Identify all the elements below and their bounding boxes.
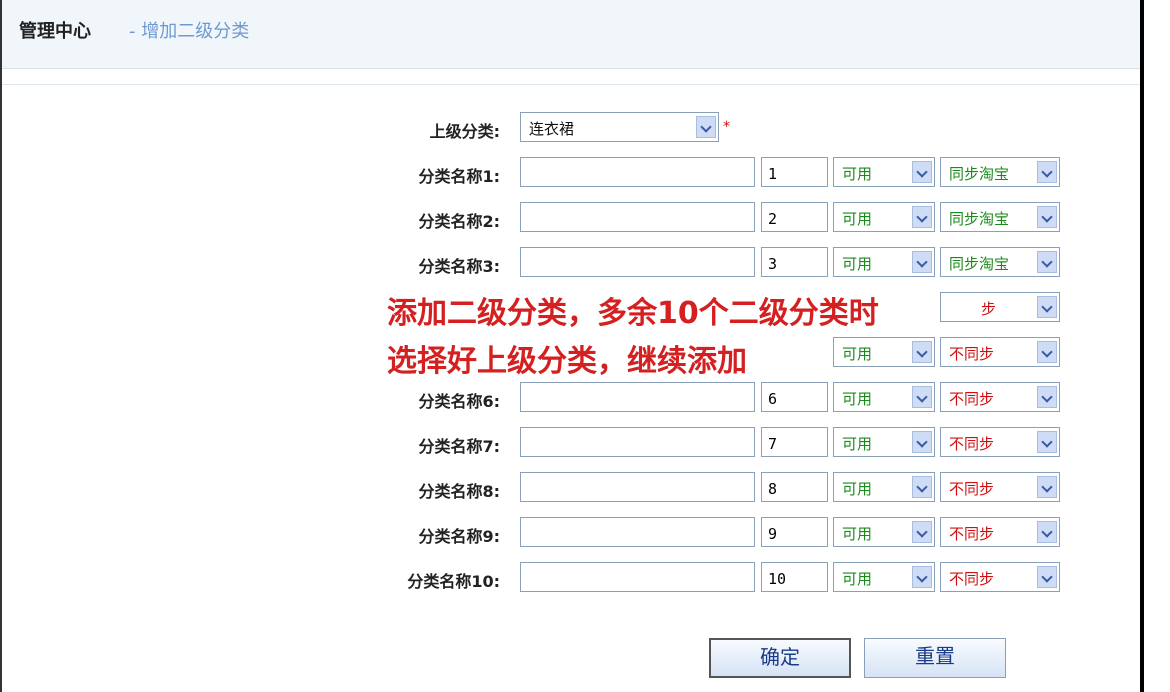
status-value: 可用: [842, 255, 873, 273]
chevron-down-icon[interactable]: [912, 161, 932, 183]
sort-order-input[interactable]: 1: [761, 157, 828, 187]
sync-value: 不同步: [949, 345, 995, 363]
chevron-down-icon[interactable]: [912, 386, 932, 408]
parent-category-select[interactable]: 连衣裙: [520, 112, 719, 142]
chevron-down-icon[interactable]: [1037, 206, 1057, 228]
chevron-down-icon[interactable]: [1037, 341, 1057, 363]
sync-select[interactable]: 同步淘宝: [940, 202, 1060, 232]
page-subtitle: - 增加二级分类: [129, 21, 250, 42]
chevron-down-icon[interactable]: [912, 521, 932, 543]
sync-select[interactable]: 不同步: [940, 562, 1060, 592]
status-select[interactable]: 可用: [833, 247, 935, 277]
category-name-label: 分类名称10:: [407, 572, 500, 591]
sort-order-input[interactable]: 10: [761, 562, 828, 592]
category-name-label: 分类名称3:: [418, 257, 500, 276]
sync-select[interactable]: 不同步: [940, 517, 1060, 547]
sync-select[interactable]: 不同步: [940, 427, 1060, 457]
required-mark: *: [723, 119, 730, 135]
sync-select[interactable]: 不同步: [940, 337, 1060, 367]
chevron-down-icon[interactable]: [1037, 161, 1057, 183]
category-name-input[interactable]: [520, 517, 755, 547]
category-name-label: 分类名称6:: [418, 392, 500, 411]
category-name-input[interactable]: [520, 427, 755, 457]
status-select[interactable]: 可用: [833, 427, 935, 457]
sort-order-input[interactable]: 2: [761, 202, 828, 232]
chevron-down-icon[interactable]: [1037, 431, 1057, 453]
status-value: 可用: [842, 345, 873, 363]
category-name-input[interactable]: [520, 202, 755, 232]
category-name-input[interactable]: [520, 247, 755, 277]
status-value: 可用: [842, 210, 873, 228]
status-select[interactable]: 可用: [833, 562, 935, 592]
status-value: 可用: [842, 525, 873, 543]
sync-value: 同步淘宝: [949, 255, 1010, 273]
chevron-down-icon[interactable]: [1037, 566, 1057, 588]
category-name-label: 分类名称1:: [418, 167, 500, 186]
sync-value: 同步淘宝: [949, 165, 1010, 183]
annotation-line-1: 添加二级分类，多余10个二级分类时: [387, 288, 879, 332]
sync-select[interactable]: 不同步: [940, 472, 1060, 502]
sync-value: 不同步: [949, 435, 995, 453]
chevron-down-icon[interactable]: [912, 476, 932, 498]
window-left-border: [0, 0, 2, 692]
status-select[interactable]: 可用: [833, 157, 935, 187]
window-right-border: [1140, 0, 1144, 692]
status-value: 可用: [842, 570, 873, 588]
status-value: 可用: [842, 165, 873, 183]
sync-select[interactable]: 同步淘宝: [940, 247, 1060, 277]
sort-order-input[interactable]: 7: [761, 427, 828, 457]
sync-value: 不同步: [949, 570, 995, 588]
status-value: 可用: [842, 480, 873, 498]
category-name-input[interactable]: [520, 157, 755, 187]
sync-value: 不同步: [949, 480, 995, 498]
chevron-down-icon[interactable]: [1037, 386, 1057, 408]
status-select[interactable]: 可用: [833, 337, 935, 367]
sort-order-input[interactable]: 8: [761, 472, 828, 502]
category-name-input[interactable]: [520, 562, 755, 592]
category-name-label: 分类名称7:: [418, 437, 500, 456]
status-select[interactable]: 可用: [833, 382, 935, 412]
sync-select[interactable]: 同步淘宝: [940, 157, 1060, 187]
page-header: 管理中心 - 增加二级分类: [2, 0, 1140, 69]
reset-button[interactable]: 重置: [864, 638, 1006, 678]
chevron-down-icon[interactable]: [912, 431, 932, 453]
category-name-label: 分类名称2:: [418, 212, 500, 231]
category-name-input[interactable]: [520, 472, 755, 502]
status-select[interactable]: 可用: [833, 517, 935, 547]
sync-value: 同步淘宝: [949, 210, 1010, 228]
sort-order-input[interactable]: 6: [761, 382, 828, 412]
sync-value: 步: [981, 300, 997, 318]
sync-value: 不同步: [949, 525, 995, 543]
parent-category-label: 上级分类:: [429, 122, 500, 141]
chevron-down-icon[interactable]: [1037, 521, 1057, 543]
sort-order-input[interactable]: 3: [761, 247, 828, 277]
category-name-input[interactable]: [520, 382, 755, 412]
status-value: 可用: [842, 390, 873, 408]
parent-category-value: 连衣裙: [529, 120, 575, 138]
sync-value: 不同步: [949, 390, 995, 408]
category-name-label: 分类名称8:: [418, 482, 500, 501]
sync-select[interactable]: 步: [940, 292, 1060, 322]
page-title: 管理中心: [19, 21, 91, 42]
chevron-down-icon[interactable]: [1037, 296, 1057, 318]
status-select[interactable]: 可用: [833, 472, 935, 502]
chevron-down-icon[interactable]: [912, 251, 932, 273]
chevron-down-icon[interactable]: [912, 341, 932, 363]
confirm-button[interactable]: 确定: [709, 638, 851, 678]
chevron-down-icon[interactable]: [912, 566, 932, 588]
chevron-down-icon[interactable]: [696, 116, 716, 138]
sort-order-input[interactable]: 9: [761, 517, 828, 547]
status-value: 可用: [842, 435, 873, 453]
header-divider: [2, 84, 1140, 85]
status-select[interactable]: 可用: [833, 202, 935, 232]
sync-select[interactable]: 不同步: [940, 382, 1060, 412]
annotation-line-2: 选择好上级分类，继续添加: [387, 336, 747, 380]
chevron-down-icon[interactable]: [1037, 476, 1057, 498]
category-name-label: 分类名称9:: [418, 527, 500, 546]
chevron-down-icon[interactable]: [912, 206, 932, 228]
chevron-down-icon[interactable]: [1037, 251, 1057, 273]
